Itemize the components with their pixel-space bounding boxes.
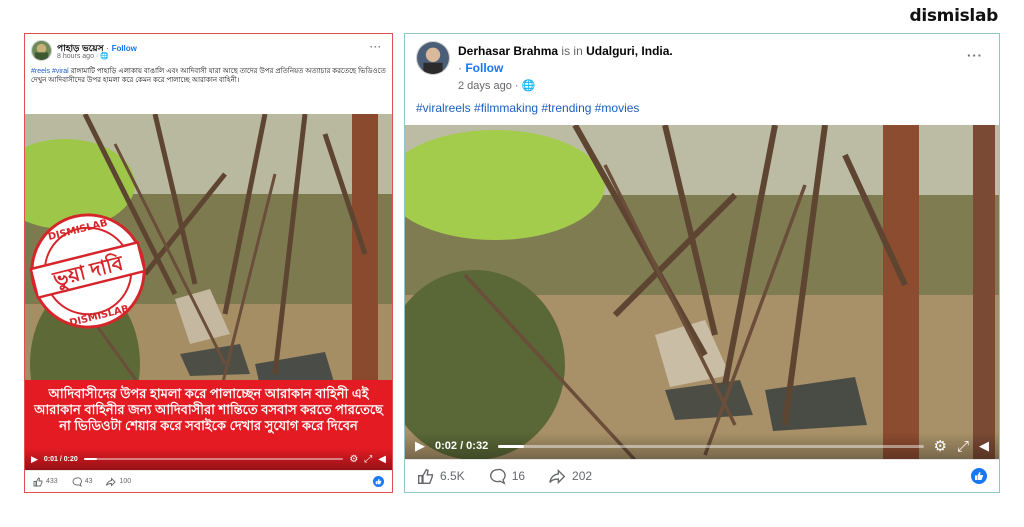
avatar[interactable] — [416, 41, 450, 75]
left-facebook-post: পাহাড় ভয়েস · Follow 8 hours ago · 🌐 ··… — [24, 33, 393, 493]
fullscreen-icon[interactable]: ⤢ — [364, 454, 372, 465]
video-time: 0:01 / 0:20 — [43, 455, 78, 463]
globe-icon: 🌐 — [521, 80, 536, 92]
like-reaction-icon — [373, 476, 384, 487]
play-icon[interactable]: ▶ — [415, 438, 425, 454]
like-button[interactable]: 433 — [33, 476, 58, 487]
thumbs-up-icon — [418, 468, 433, 484]
post-time: 2 days ago · 🌐 — [458, 80, 536, 92]
post-caption: #reels #viral রাঙ্গামাটি পাহাড়ি এলাকায়… — [31, 67, 387, 86]
follow-line: · Follow — [458, 61, 504, 75]
share-button[interactable]: 202 — [549, 468, 592, 485]
share-icon — [106, 476, 117, 487]
right-facebook-post: Derhasar Brahma is in Udalguri, India. ·… — [404, 33, 1000, 493]
video-controls: ▶ 0:01 / 0:20 ⚙ ⤢ ◀ — [25, 448, 392, 470]
seek-bar[interactable] — [498, 444, 924, 448]
caption-text: রাঙ্গামাটি পাহাড়ি এলাকায় বাঙালি এবং আদ… — [31, 68, 386, 85]
follow-button[interactable]: Follow — [465, 61, 503, 75]
seek-progress — [498, 444, 524, 448]
share-icon — [549, 468, 566, 484]
comment-button[interactable]: 43 — [72, 476, 92, 487]
share-button[interactable]: 100 — [106, 476, 131, 487]
settings-icon[interactable]: ⚙ — [349, 454, 358, 465]
avatar[interactable] — [31, 40, 52, 61]
like-reaction-icon — [971, 468, 987, 484]
forest-video-frame — [405, 125, 999, 460]
fullscreen-icon[interactable]: ⤢ — [957, 438, 969, 455]
comment-button[interactable]: 16 — [489, 468, 525, 485]
seek-progress — [83, 458, 97, 460]
dismislab-logo: dismislab — [909, 6, 998, 26]
settings-icon[interactable]: ⚙ — [934, 437, 947, 455]
play-icon[interactable]: ▶ — [31, 454, 38, 465]
more-options-icon[interactable]: ··· — [967, 48, 983, 63]
video-controls: ▶ 0:02 / 0:32 ⚙ ⤢ ◀ — [405, 432, 999, 460]
comparison-graphic: dismislab পাহাড় ভয়েস · Follow 8 hours … — [0, 0, 1024, 527]
thumbs-up-icon — [33, 476, 43, 486]
seek-bar[interactable] — [83, 458, 344, 460]
comment-icon — [489, 468, 506, 485]
post-hashtags[interactable]: #viralreels #filmmaking #trending #movie… — [416, 101, 639, 115]
video-player[interactable]: DISMISLAB DISMISLAB ভুয়া দাবি আদিবাসীদে… — [25, 114, 392, 470]
video-time: 0:02 / 0:32 — [435, 440, 489, 452]
post-footer: 433 43 100 — [25, 470, 392, 492]
post-time: 8 hours ago · 🌐 — [57, 53, 109, 60]
caption-hashtags[interactable]: #reels #viral — [31, 68, 69, 75]
more-options-icon[interactable]: ··· — [370, 42, 382, 52]
comment-icon — [72, 476, 82, 487]
post-footer: 6.5K 16 202 — [405, 459, 999, 492]
globe-icon: 🌐 — [100, 53, 109, 60]
volume-icon[interactable]: ◀ — [378, 454, 386, 465]
author-name[interactable]: Derhasar Brahma — [458, 44, 558, 58]
follow-button[interactable]: Follow — [112, 44, 137, 53]
volume-icon[interactable]: ◀ — [979, 438, 989, 454]
author-line: Derhasar Brahma is in Udalguri, India. — [458, 44, 673, 58]
video-player[interactable]: ▶ 0:02 / 0:32 ⚙ ⤢ ◀ — [405, 125, 999, 460]
location-link[interactable]: Udalguri, India. — [586, 44, 673, 58]
like-button[interactable]: 6.5K — [417, 468, 465, 485]
